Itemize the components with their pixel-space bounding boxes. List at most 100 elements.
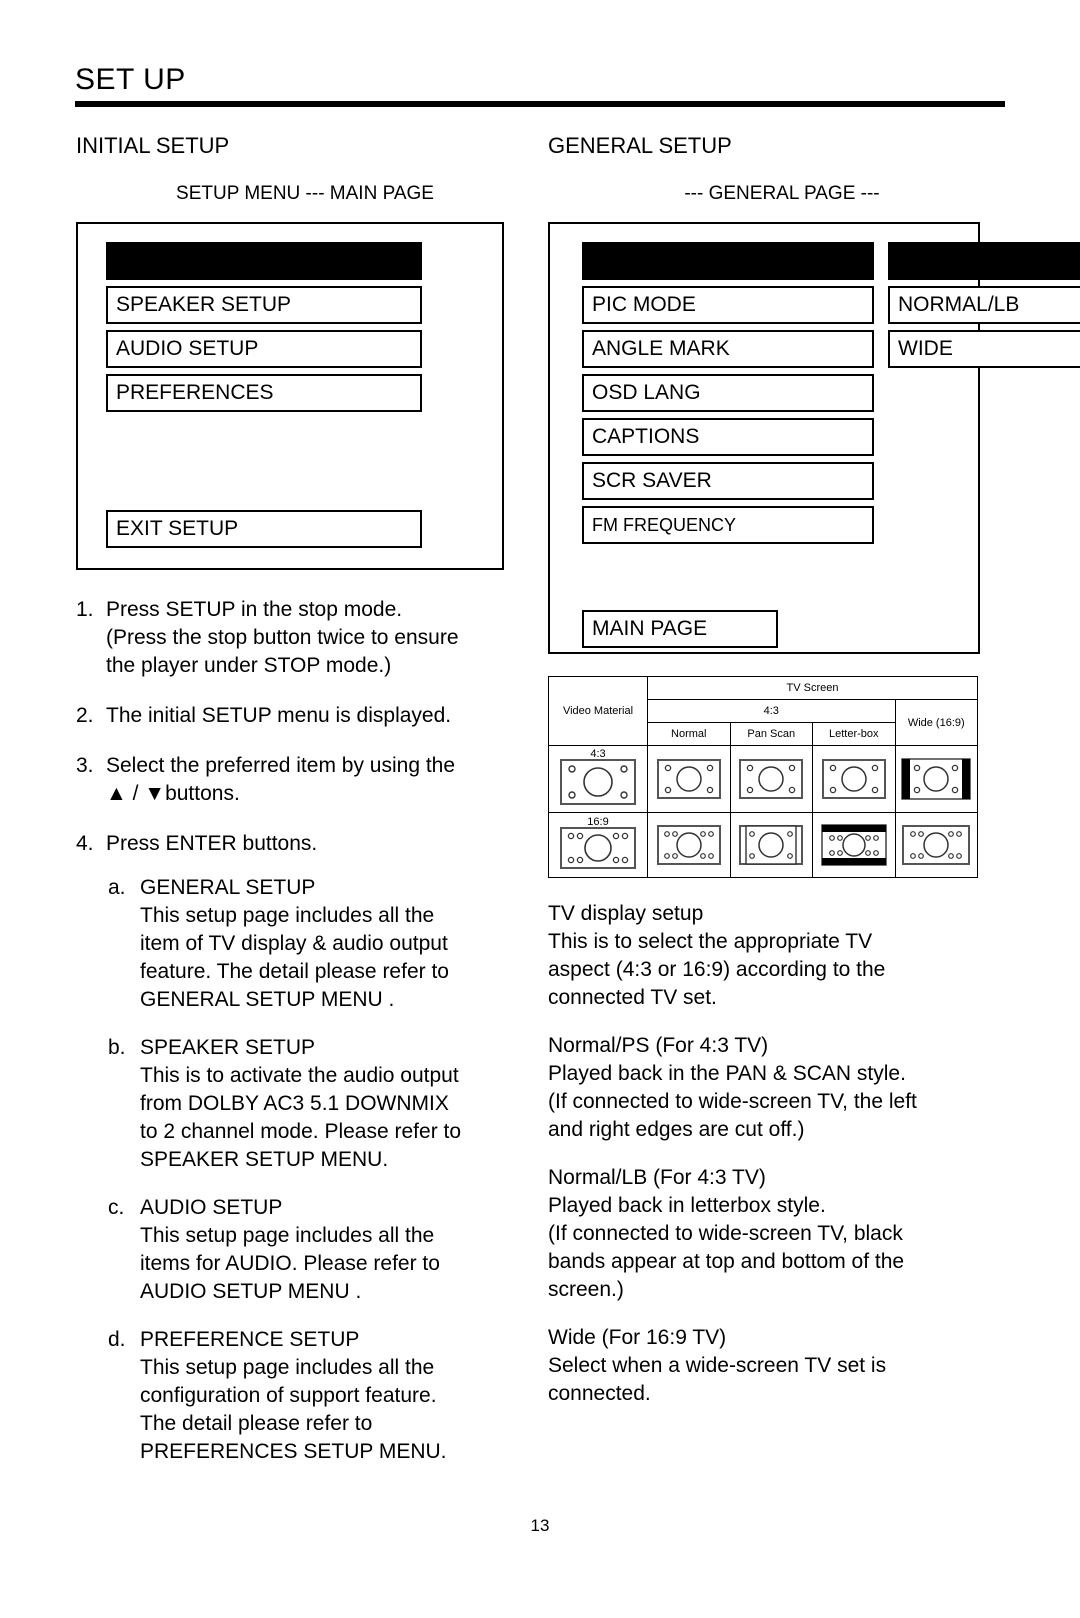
subtitle-setup-menu-main-page: SETUP MENU --- MAIN PAGE xyxy=(176,183,434,204)
page-header: SET UP xyxy=(75,62,1005,107)
paragraph-line: Normal/PS (For 4:3 TV) xyxy=(548,1034,769,1057)
cell-16-9-letterbox xyxy=(812,812,896,878)
paragraph-line: aspect (4:3 or 16:9) according to the xyxy=(548,958,886,981)
step-line: The initial SETUP menu is displayed. xyxy=(106,704,452,727)
step-text: The initial SETUP menu is displayed. xyxy=(106,702,510,730)
tv-screen-4-3-source-icon xyxy=(560,759,636,805)
paragraph-normal-lb: Normal/LB (For 4:3 TV) Played back in le… xyxy=(548,1164,1004,1304)
cell-tv-screen-header: TV Screen xyxy=(647,676,978,700)
substep-text: SPEAKER SETUP This is to activate the au… xyxy=(140,1034,510,1174)
cell-row-label-4-3: 4:3 xyxy=(548,745,648,813)
substep-line: from DOLBY AC3 5.1 DOWNMIX xyxy=(140,1092,449,1115)
page-title: SET UP xyxy=(75,63,186,96)
step-text: Select the preferred item by using the ▲… xyxy=(106,752,510,808)
osd-item-main-page[interactable]: MAIN PAGE xyxy=(582,610,778,648)
step-item: 3. Select the preferred item by using th… xyxy=(76,752,510,808)
cell-4-3-on-wide xyxy=(894,745,978,813)
step-text: Press SETUP in the stop mode. (Press the… xyxy=(106,596,510,680)
osd-title-bar-values xyxy=(888,242,1080,280)
setup-substeps-list: a. GENERAL SETUP This setup page include… xyxy=(108,874,510,1466)
substep-item: d. PREFERENCE SETUP This setup page incl… xyxy=(108,1326,510,1466)
osd-item-exit-setup[interactable]: EXIT SETUP xyxy=(106,510,422,548)
paragraph-line: TV display setup xyxy=(548,902,704,925)
step-line: Select the preferred item by using the xyxy=(106,754,456,777)
step-item: 2. The initial SETUP menu is displayed. xyxy=(76,702,510,730)
column-initial-setup: INITIAL SETUP SETUP MENU --- MAIN PAGE S… xyxy=(0,132,540,1486)
paragraph-line: Wide (For 16:9 TV) xyxy=(548,1326,727,1349)
substep-line: GENERAL SETUP MENU . xyxy=(140,988,395,1011)
cell-4-3-letterbox xyxy=(812,745,896,813)
setup-steps-list: 1. Press SETUP in the stop mode. (Press … xyxy=(76,596,510,1466)
paragraph-line: Played back in letterbox style. xyxy=(548,1194,826,1217)
tv-screen-4-3-normal-icon xyxy=(649,748,729,810)
step-line-with-arrow-icons: ▲ / ▼buttons. xyxy=(106,782,240,805)
substep-line: The detail please refer to xyxy=(140,1412,373,1435)
substep-line: configuration of support feature. xyxy=(140,1384,437,1407)
paragraph-line: Select when a wide-screen TV set is xyxy=(548,1354,887,1377)
cell-16-9-normal xyxy=(647,812,731,878)
tv-aspect-table: Video Material TV Screen 4:3 Wide (16:9)… xyxy=(548,676,978,878)
paragraph-line: bands appear at top and bottom of the xyxy=(548,1250,905,1273)
osd-item-audio-setup[interactable]: AUDIO SETUP xyxy=(106,330,422,368)
cell-subhdr-pan-scan: Pan Scan xyxy=(729,722,813,746)
cell-group-4-3: 4:3 xyxy=(647,699,896,723)
cell-16-9-on-wide xyxy=(894,812,978,878)
column-general-setup: GENERAL SETUP --- GENERAL PAGE --- PIC M… xyxy=(540,132,1080,1486)
substep-line: PREFERENCE SETUP xyxy=(140,1328,360,1351)
substep-letter: a. xyxy=(108,876,126,899)
osd-item-speaker-setup[interactable]: SPEAKER SETUP xyxy=(106,286,422,324)
osd-labels-column: PIC MODE ANGLE MARK OSD LANG CAPTIONS SC… xyxy=(582,242,874,648)
osd-title-bar-labels xyxy=(582,242,874,280)
step-number: 3. xyxy=(76,754,94,777)
substep-line: SPEAKER SETUP MENU. xyxy=(140,1148,389,1171)
osd-item-scr-saver[interactable]: SCR SAVER xyxy=(582,462,874,500)
tv-aspect-table-wrapper: Video Material TV Screen 4:3 Wide (16:9)… xyxy=(548,676,1004,878)
substep-line: to 2 channel mode. Please refer to xyxy=(140,1120,462,1143)
step-item: 1. Press SETUP in the stop mode. (Press … xyxy=(76,596,510,680)
osd-item-preferences[interactable]: PREFERENCES xyxy=(106,374,422,412)
cell-subhdr-normal: Normal xyxy=(647,722,731,746)
paragraph-tv-display-setup: TV display setup This is to select the a… xyxy=(548,900,1004,1012)
osd-item-pic-mode[interactable]: PIC MODE xyxy=(582,286,874,324)
paragraph-line: screen.) xyxy=(548,1278,624,1301)
page-number: 13 xyxy=(530,1516,550,1535)
osd-item-fm-frequency[interactable]: FM FREQUENCY xyxy=(582,506,874,544)
substep-text: PREFERENCE SETUP This setup page include… xyxy=(140,1326,510,1466)
substep-line: PREFERENCES SETUP MENU. xyxy=(140,1440,447,1463)
osd-value-wide[interactable]: WIDE xyxy=(888,330,1080,368)
cell-subhdr-letterbox: Letter-box xyxy=(812,722,896,746)
substep-line: item of TV display & audio output xyxy=(140,932,448,955)
tv-screen-16-9-normal-icon xyxy=(649,815,729,875)
tv-screen-4-3-letterbox-icon xyxy=(814,748,894,810)
step-item: 4. Press ENTER buttons. xyxy=(76,830,510,858)
paragraph-line: connected. xyxy=(548,1382,651,1405)
cell-4-3-normal xyxy=(647,745,731,813)
substep-text: GENERAL SETUP This setup page includes a… xyxy=(140,874,510,1014)
step-line: (Press the stop button twice to ensure xyxy=(106,626,459,649)
header-divider xyxy=(75,101,1005,107)
table-row: 4:3 xyxy=(548,745,978,813)
osd-item-captions[interactable]: CAPTIONS xyxy=(582,418,874,456)
cell-row-label-16-9: 16:9 xyxy=(548,812,648,878)
substep-line: AUDIO SETUP xyxy=(140,1196,283,1219)
paragraph-wide: Wide (For 16:9 TV) Select when a wide-sc… xyxy=(548,1324,1004,1408)
substep-line: SPEAKER SETUP xyxy=(140,1036,316,1059)
substep-item: c. AUDIO SETUP This setup page includes … xyxy=(108,1194,510,1306)
substep-line: This setup page includes all the xyxy=(140,904,435,927)
cell-4-3-pan-scan xyxy=(729,745,813,813)
osd-values-column: NORMAL/LB WIDE xyxy=(888,242,1080,648)
substep-letter: d. xyxy=(108,1328,126,1351)
step-number: 1. xyxy=(76,598,94,621)
osd-general-page-panel: PIC MODE ANGLE MARK OSD LANG CAPTIONS SC… xyxy=(548,222,1080,654)
step-line: the player under STOP mode.) xyxy=(106,654,392,677)
osd-item-osd-lang[interactable]: OSD LANG xyxy=(582,374,874,412)
paragraph-line: This is to select the appropriate TV xyxy=(548,930,873,953)
paragraph-line: and right edges are cut off.) xyxy=(548,1118,805,1141)
general-setup-description: TV display setup This is to select the a… xyxy=(548,900,1004,1408)
paragraph-line: (If connected to wide-screen TV, the lef… xyxy=(548,1090,917,1113)
section-title-initial-setup: INITIAL SETUP xyxy=(76,133,230,158)
tv-screen-4-3-pan-scan-icon xyxy=(732,748,812,810)
osd-value-normal-lb[interactable]: NORMAL/LB xyxy=(888,286,1080,324)
table-row: 16:9 xyxy=(548,812,978,878)
osd-item-angle-mark[interactable]: ANGLE MARK xyxy=(582,330,874,368)
